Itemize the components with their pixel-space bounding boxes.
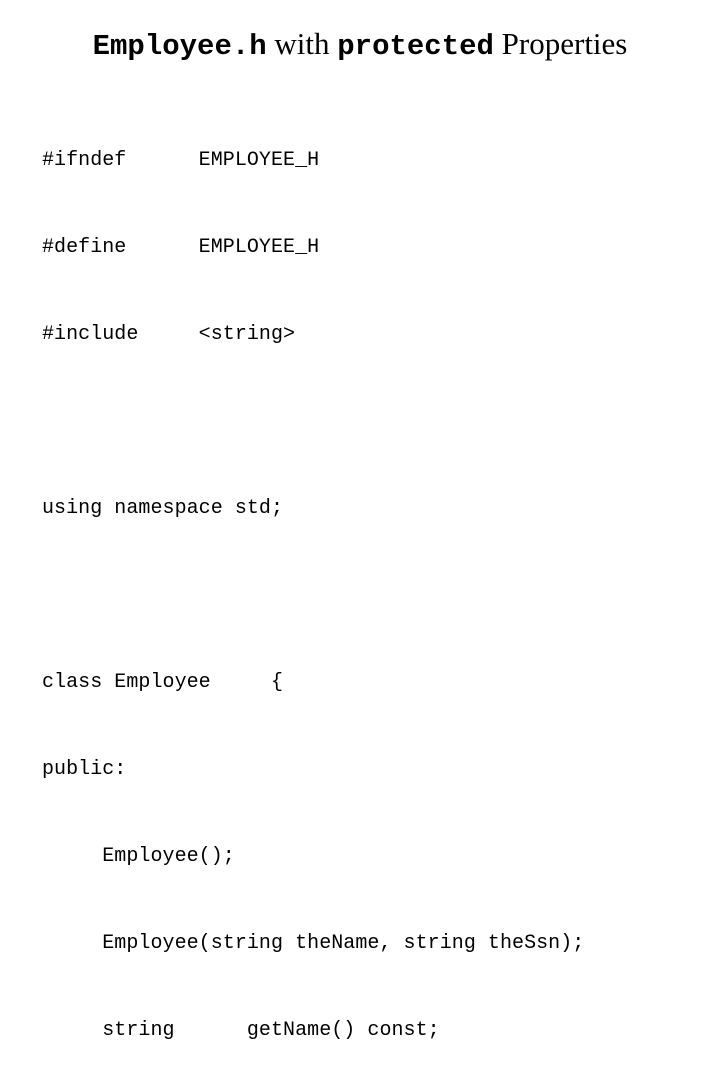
code-line: #include <string> (42, 323, 296, 346)
page-title: Employee.h with protected Properties (0, 28, 720, 61)
title-connector: with (266, 26, 338, 61)
code-line: #ifndef EMPLOYEE_H (42, 149, 320, 172)
slide-canvas: Employee.h with protected Properties #if… (0, 0, 720, 1042)
code-line: using namespace std; (42, 497, 284, 520)
code-line: Employee(); (42, 845, 235, 868)
code-block: #ifndef EMPLOYEE_H #define EMPLOYEE_H #i… (42, 88, 584, 1080)
code-line: Employee(string theName, string theSsn); (42, 932, 585, 955)
code-line: public: (42, 758, 127, 781)
title-file-name: Employee.h (92, 30, 267, 63)
title-keyword-protected: protected (337, 30, 494, 63)
code-line: class Employee { (42, 671, 284, 694)
title-suffix: Properties (493, 26, 628, 61)
code-line: #define EMPLOYEE_H (42, 236, 320, 259)
code-line: string getName() const; (42, 1019, 440, 1042)
